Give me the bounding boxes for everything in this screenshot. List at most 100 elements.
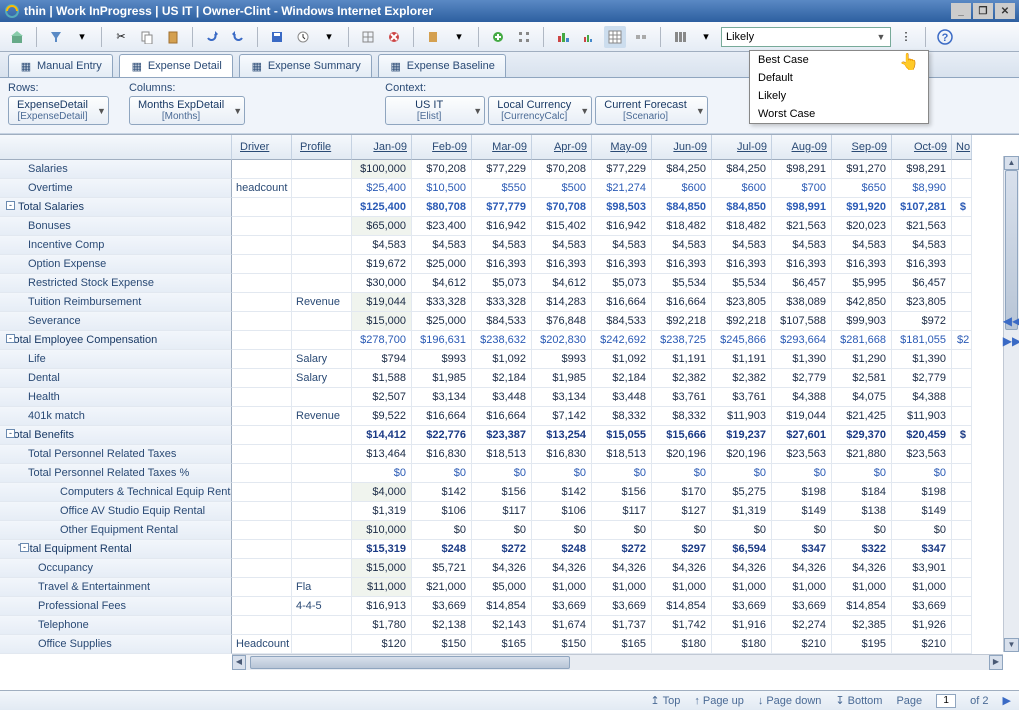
driver-cell[interactable]: [232, 274, 292, 293]
data-cell[interactable]: $3,761: [712, 388, 772, 407]
data-cell[interactable]: $19,044: [352, 293, 412, 312]
row-label[interactable]: Total Personnel Related Taxes %: [0, 464, 232, 483]
data-cell[interactable]: $33,328: [472, 293, 532, 312]
data-cell[interactable]: $3,669: [892, 597, 952, 616]
data-cell[interactable]: $4,326: [712, 559, 772, 578]
driver-cell[interactable]: [232, 597, 292, 616]
add-icon[interactable]: [487, 26, 509, 48]
data-cell[interactable]: $21,425: [832, 407, 892, 426]
data-cell[interactable]: $16,830: [532, 445, 592, 464]
data-cell[interactable]: $4,583: [652, 236, 712, 255]
profile-cell[interactable]: [292, 426, 352, 445]
data-cell[interactable]: $650: [832, 179, 892, 198]
data-cell[interactable]: $3,669: [412, 597, 472, 616]
data-cell[interactable]: [952, 369, 972, 388]
close-button[interactable]: ✕: [995, 3, 1015, 19]
data-cell[interactable]: $120: [352, 635, 412, 654]
data-cell[interactable]: $248: [412, 540, 472, 559]
driver-cell[interactable]: Headcount: [232, 635, 292, 654]
data-cell[interactable]: $2,779: [772, 369, 832, 388]
data-cell[interactable]: $1,926: [892, 616, 952, 635]
data-cell[interactable]: $16,830: [412, 445, 472, 464]
data-cell[interactable]: $1,191: [712, 350, 772, 369]
data-cell[interactable]: $20,196: [652, 445, 712, 464]
data-cell[interactable]: [952, 559, 972, 578]
data-cell[interactable]: $238,725: [652, 331, 712, 350]
data-cell[interactable]: $23,805: [892, 293, 952, 312]
profile-cell[interactable]: [292, 464, 352, 483]
data-cell[interactable]: $500: [532, 179, 592, 198]
data-cell[interactable]: $14,283: [532, 293, 592, 312]
data-cell[interactable]: $22,776: [412, 426, 472, 445]
data-cell[interactable]: $11,903: [892, 407, 952, 426]
data-cell[interactable]: $165: [472, 635, 532, 654]
data-cell[interactable]: $84,250: [712, 160, 772, 179]
scroll-thumb[interactable]: [1005, 170, 1018, 330]
data-cell[interactable]: $21,274: [592, 179, 652, 198]
data-cell[interactable]: $10,000: [352, 521, 412, 540]
data-cell[interactable]: $170: [652, 483, 712, 502]
data-cell[interactable]: $21,563: [772, 217, 832, 236]
data-cell[interactable]: $278,700: [352, 331, 412, 350]
data-cell[interactable]: $2,382: [652, 369, 712, 388]
data-cell[interactable]: $1,674: [532, 616, 592, 635]
data-cell[interactable]: $1,588: [352, 369, 412, 388]
data-cell[interactable]: $99,903: [832, 312, 892, 331]
profile-cell[interactable]: [292, 388, 352, 407]
driver-cell[interactable]: [232, 521, 292, 540]
data-cell[interactable]: $0: [592, 464, 652, 483]
data-cell[interactable]: $14,412: [352, 426, 412, 445]
data-cell[interactable]: $77,229: [592, 160, 652, 179]
profile-cell[interactable]: [292, 502, 352, 521]
data-cell[interactable]: $107,281: [892, 198, 952, 217]
data-cell[interactable]: $16,393: [592, 255, 652, 274]
data-cell[interactable]: $1,000: [652, 578, 712, 597]
data-cell[interactable]: $149: [772, 502, 832, 521]
data-cell[interactable]: $248: [532, 540, 592, 559]
data-cell[interactable]: $4,326: [772, 559, 832, 578]
data-cell[interactable]: $92,218: [652, 312, 712, 331]
data-cell[interactable]: $23,563: [892, 445, 952, 464]
data-cell[interactable]: $3,901: [892, 559, 952, 578]
row-label[interactable]: Severance: [0, 312, 232, 331]
data-cell[interactable]: $6,594: [712, 540, 772, 559]
profile-cell[interactable]: [292, 217, 352, 236]
data-cell[interactable]: $0: [472, 521, 532, 540]
data-cell[interactable]: $16,942: [592, 217, 652, 236]
data-cell[interactable]: $245,866: [712, 331, 772, 350]
data-cell[interactable]: $1,319: [712, 502, 772, 521]
data-cell[interactable]: $70,208: [532, 160, 592, 179]
profile-cell[interactable]: Fla: [292, 578, 352, 597]
row-label[interactable]: -Total Equipment Rental: [0, 540, 232, 559]
data-cell[interactable]: $195: [832, 635, 892, 654]
row-label[interactable]: Telephone: [0, 616, 232, 635]
driver-cell[interactable]: [232, 407, 292, 426]
data-cell[interactable]: $202,830: [532, 331, 592, 350]
chart-combo-icon[interactable]: [578, 26, 600, 48]
row-label[interactable]: Other Equipment Rental: [0, 521, 232, 540]
driver-cell[interactable]: [232, 540, 292, 559]
data-cell[interactable]: $25,400: [352, 179, 412, 198]
data-cell[interactable]: $23,805: [712, 293, 772, 312]
driver-cell[interactable]: [232, 502, 292, 521]
data-cell[interactable]: $20,459: [892, 426, 952, 445]
data-cell[interactable]: $84,533: [472, 312, 532, 331]
data-cell[interactable]: $25,000: [412, 255, 472, 274]
driver-cell[interactable]: [232, 217, 292, 236]
profile-cell[interactable]: [292, 160, 352, 179]
page-prev-icon[interactable]: ◀◀: [1003, 314, 1019, 328]
data-cell[interactable]: $16,393: [772, 255, 832, 274]
context-currency[interactable]: Local Currency [CurrencyCalc] ▼: [488, 96, 592, 125]
driver-cell[interactable]: [232, 559, 292, 578]
tab-manual-entry[interactable]: ▦Manual Entry: [8, 54, 113, 77]
data-cell[interactable]: $4,583: [712, 236, 772, 255]
data-cell[interactable]: $5,073: [472, 274, 532, 293]
data-cell[interactable]: $142: [532, 483, 592, 502]
data-cell[interactable]: [952, 578, 972, 597]
driver-cell[interactable]: [232, 331, 292, 350]
data-cell[interactable]: $19,672: [352, 255, 412, 274]
collapse-toggle[interactable]: -: [6, 201, 15, 210]
data-cell[interactable]: $2,184: [592, 369, 652, 388]
data-cell[interactable]: $16,664: [412, 407, 472, 426]
data-cell[interactable]: $16,393: [892, 255, 952, 274]
